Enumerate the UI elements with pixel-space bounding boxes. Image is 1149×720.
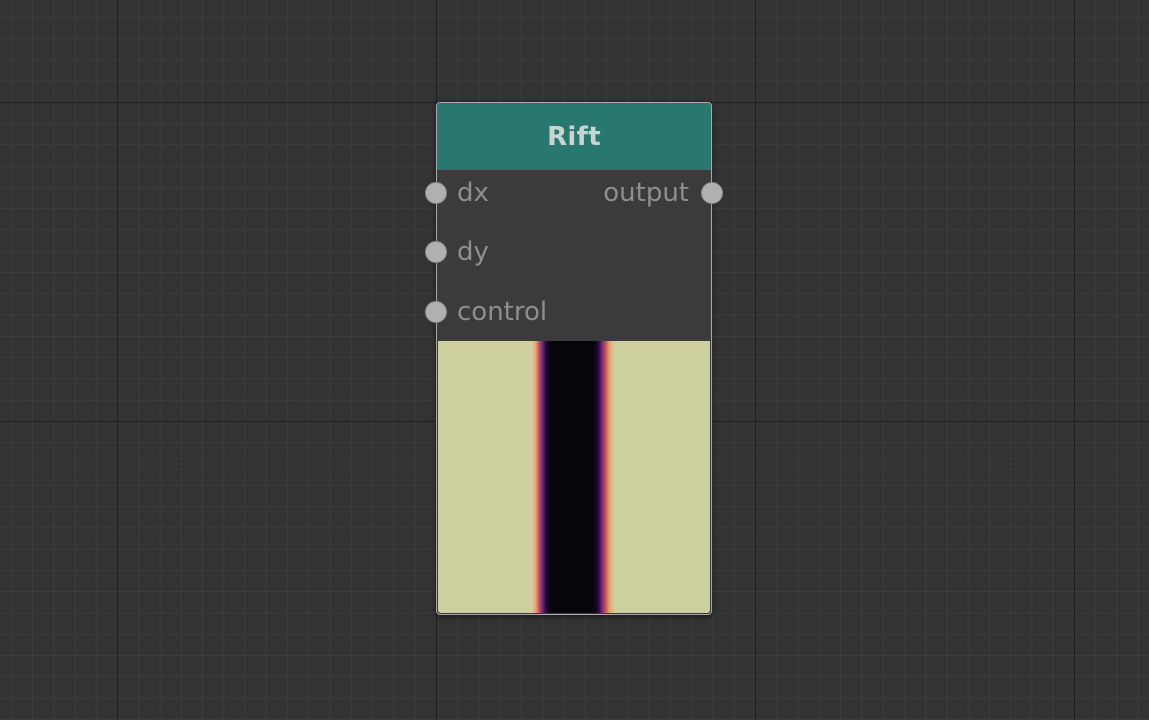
input-label-dx: dx	[457, 178, 489, 208]
node-editor-canvas[interactable]: Rift dx output dy control	[0, 0, 1149, 720]
node-header[interactable]: Rift	[437, 103, 711, 170]
input-label-control: control	[457, 297, 548, 327]
rift-node[interactable]: Rift dx output dy control	[425, 102, 723, 615]
input-label-dy: dy	[457, 237, 489, 267]
output-port[interactable]	[701, 182, 723, 204]
input-port-dy[interactable]	[425, 241, 447, 263]
node-title: Rift	[547, 121, 601, 152]
output-label: output	[603, 178, 689, 208]
input-port-dx[interactable]	[425, 182, 447, 204]
node-preview-image	[438, 341, 710, 613]
input-port-control[interactable]	[425, 301, 447, 323]
